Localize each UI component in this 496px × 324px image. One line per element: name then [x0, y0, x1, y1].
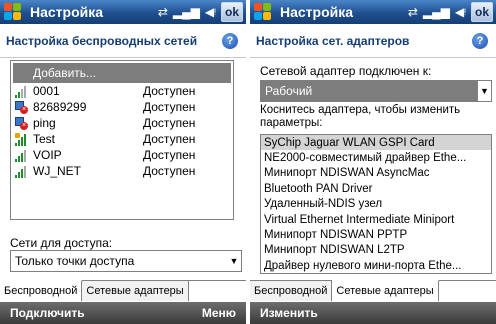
page-title: Настройка сет. адаптеров — [256, 33, 410, 48]
network-name: ping — [33, 116, 56, 130]
list-item[interactable]: Минипорт NDISWAN AsyncMac — [261, 166, 491, 181]
network-name: WJ_NET — [33, 164, 81, 178]
windows-start-icon[interactable] — [3, 2, 23, 22]
network-status: Доступен — [143, 84, 196, 98]
signal-strength-icon[interactable]: ▂▄▆ — [173, 6, 200, 18]
title-bar: Настройка ⇄ ▂▄▆ ◀ᵎ ok — [0, 0, 246, 24]
network-status: Доступен — [143, 116, 196, 130]
page-header: Настройка беспроводных сетей ? — [0, 24, 246, 58]
adhoc-network-icon: × — [15, 100, 31, 114]
wireless-settings-screen: Настройка ⇄ ▂▄▆ ◀ᵎ ok Настройка беспрово… — [0, 0, 246, 324]
tab-bar: Беспроводной Сетевые адаптеры — [0, 280, 246, 301]
list-item[interactable]: × 82689299 Доступен — [11, 99, 233, 115]
network-status: Доступен — [143, 132, 196, 146]
list-item[interactable]: Bluetooth PAN Driver — [261, 181, 491, 196]
chevron-down-icon[interactable]: ▼ — [477, 81, 491, 101]
tab-network-adapters[interactable]: Сетевые адаптеры — [82, 281, 189, 301]
adhoc-network-icon: × — [15, 116, 31, 130]
list-item[interactable]: Минипорт NDISWAN L2TP — [261, 243, 491, 258]
access-dropdown[interactable]: Только точки доступа ▼ — [10, 250, 242, 272]
network-status: Доступен — [143, 100, 196, 114]
softkey-bar: Подключить Меню — [0, 302, 246, 324]
connect-label: Сетевой адаптер подключен к: — [260, 64, 432, 78]
network-status: Доступен — [143, 148, 196, 162]
signal-icon — [15, 85, 31, 98]
access-value: Только точки доступа — [15, 254, 135, 268]
network-name: 0001 — [33, 84, 60, 98]
edit-softkey[interactable]: Изменить — [250, 306, 328, 320]
connect-dropdown[interactable]: Рабочий ▼ — [260, 80, 492, 102]
windows-start-icon[interactable] — [253, 2, 273, 22]
connectivity-icon[interactable]: ⇄ — [158, 6, 168, 18]
connect-softkey[interactable]: Подключить — [0, 306, 95, 320]
network-adapters-screen: Настройка ⇄ ▂▄▆ ◀ᵎ ok Настройка сет. ада… — [250, 0, 496, 324]
network-list[interactable]: Добавить... 0001 Доступен × 82689299 Дос… — [10, 60, 234, 220]
list-item[interactable]: WJ_NET Доступен — [11, 163, 233, 179]
signal-icon — [15, 165, 31, 178]
add-network-item[interactable]: Добавить... — [13, 63, 231, 83]
page-header: Настройка сет. адаптеров ? — [250, 24, 496, 58]
list-item[interactable]: Virtual Ethernet Intermediate Miniport — [261, 212, 491, 227]
signal-icon — [15, 149, 31, 162]
volume-icon[interactable]: ◀ᵎ — [455, 6, 466, 18]
app-title: Настройка — [30, 4, 104, 20]
softkey-bar: Изменить — [250, 302, 496, 324]
tab-wireless[interactable]: Беспроводной — [0, 280, 83, 301]
chevron-down-icon[interactable]: ▼ — [227, 256, 241, 266]
app-title: Настройка — [280, 4, 354, 20]
title-bar: Настройка ⇄ ▂▄▆ ◀ᵎ ok — [250, 0, 496, 24]
help-icon[interactable]: ? — [222, 32, 238, 49]
network-name: Test — [33, 132, 56, 146]
signal-strength-icon[interactable]: ▂▄▆ — [423, 6, 450, 18]
status-icons: ⇄ ▂▄▆ ◀ᵎ ok — [408, 2, 493, 22]
network-name: VOIP — [33, 148, 62, 162]
help-icon[interactable]: ? — [472, 32, 488, 49]
access-label: Сети для доступа: — [10, 236, 113, 250]
list-item[interactable]: Минипорт NDISWAN PPTP — [261, 227, 491, 242]
list-item[interactable]: × ping Доступен — [11, 115, 233, 131]
secure-signal-icon — [15, 132, 31, 146]
list-item[interactable]: Удаленный-NDIS узел — [261, 197, 491, 212]
ok-button[interactable]: ok — [221, 2, 243, 22]
tab-network-adapters[interactable]: Сетевые адаптеры — [332, 280, 439, 301]
page-title: Настройка беспроводных сетей — [6, 33, 198, 48]
list-item[interactable]: Test Доступен — [11, 131, 233, 147]
tab-wireless[interactable]: Беспроводной — [250, 281, 333, 301]
hint-text: Коснитесь адаптера, чтобы изменить парам… — [260, 104, 461, 129]
connect-value: Рабочий — [265, 84, 313, 98]
adapter-list[interactable]: SyChip Jaguar WLAN GSPI Card NE2000-совм… — [260, 134, 492, 274]
ok-button[interactable]: ok — [471, 2, 493, 22]
tab-bar: Беспроводной Сетевые адаптеры — [250, 280, 496, 301]
connectivity-icon[interactable]: ⇄ — [408, 6, 418, 18]
list-item[interactable]: Драйвер нулевого мини-порта Ethe... — [261, 258, 491, 273]
menu-softkey[interactable]: Меню — [192, 306, 246, 320]
volume-icon[interactable]: ◀ᵎ — [205, 6, 216, 18]
list-item[interactable]: NE2000-совместимый драйвер Ethe... — [261, 150, 491, 165]
network-status: Доступен — [143, 164, 196, 178]
network-name: 82689299 — [33, 100, 87, 114]
list-item[interactable]: 0001 Доступен — [11, 83, 233, 99]
list-item[interactable]: VOIP Доступен — [11, 147, 233, 163]
list-item[interactable]: SyChip Jaguar WLAN GSPI Card — [261, 135, 491, 151]
status-icons: ⇄ ▂▄▆ ◀ᵎ ok — [158, 2, 243, 22]
